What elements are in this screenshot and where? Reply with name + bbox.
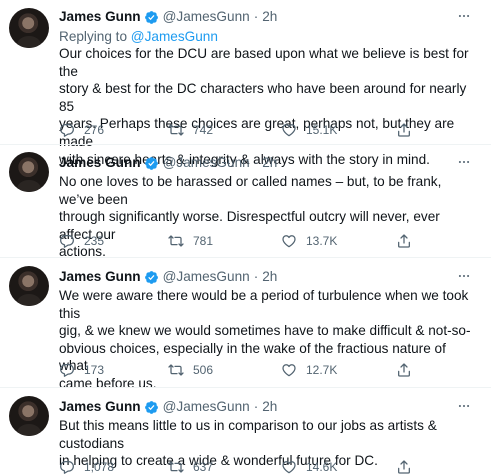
more-options-icon[interactable]: [456, 399, 472, 413]
tweet-actions: 235 781 13.7K: [59, 232, 459, 250]
reply-button[interactable]: 235: [59, 232, 104, 250]
like-count: 15.1K: [306, 123, 338, 137]
separator-dot: ·: [253, 269, 259, 284]
verified-badge-icon: [144, 270, 159, 285]
retweet-icon: [168, 122, 184, 138]
like-count: 12.7K: [306, 363, 338, 377]
author-handle[interactable]: @JamesGunn: [163, 8, 250, 26]
separator-dot: ·: [253, 9, 259, 24]
reply-icon: [59, 459, 75, 475]
like-button[interactable]: 13.7K: [281, 232, 337, 250]
tweet-header: James Gunn @JamesGunn · 2h: [59, 268, 277, 286]
reply-button[interactable]: 276: [59, 121, 104, 139]
timestamp[interactable]: 2h: [262, 268, 277, 286]
tweet-divider: [0, 387, 491, 388]
heart-icon: [281, 362, 297, 378]
tweet-header: James Gunn @JamesGunn · 2h: [59, 154, 277, 172]
tweet[interactable]: James Gunn @JamesGunn · 2h Replying to @…: [0, 6, 491, 167]
replying-to-link[interactable]: @JamesGunn: [131, 29, 218, 44]
retweet-count: 637: [193, 460, 214, 474]
share-icon: [396, 233, 412, 249]
more-options-icon[interactable]: [456, 9, 472, 23]
reply-count: 276: [84, 123, 105, 137]
retweet-icon: [168, 233, 184, 249]
reply-button[interactable]: 1,078: [59, 458, 114, 476]
tweet[interactable]: James Gunn @JamesGunn · 2h But this mean…: [0, 396, 491, 475]
timestamp[interactable]: 2h: [262, 8, 277, 26]
like-count: 13.7K: [306, 234, 338, 248]
retweet-count: 781: [193, 234, 214, 248]
reply-button[interactable]: 173: [59, 361, 104, 379]
retweet-count: 506: [193, 363, 214, 377]
tweet-actions: 173 506 12.7K: [59, 361, 459, 379]
timestamp[interactable]: 2h: [262, 154, 277, 172]
tweet-actions: 276 742 15.1K: [59, 121, 459, 139]
author-name[interactable]: James Gunn: [59, 268, 141, 286]
tweet-header: James Gunn @JamesGunn · 2h: [59, 8, 277, 26]
avatar[interactable]: [9, 396, 49, 436]
share-button[interactable]: [396, 458, 421, 476]
retweet-button[interactable]: 637: [168, 458, 213, 476]
reply-count: 1,078: [84, 460, 115, 474]
retweet-button[interactable]: 781: [168, 232, 213, 250]
author-handle[interactable]: @JamesGunn: [163, 268, 250, 286]
verified-badge-icon: [144, 400, 159, 415]
like-button[interactable]: 12.7K: [281, 361, 337, 379]
tweet-divider: [0, 144, 491, 145]
avatar[interactable]: [9, 8, 49, 48]
avatar[interactable]: [9, 266, 49, 306]
retweet-button[interactable]: 742: [168, 121, 213, 139]
author-handle[interactable]: @JamesGunn: [163, 398, 250, 416]
like-button[interactable]: 14.6K: [281, 458, 337, 476]
verified-badge-icon: [144, 10, 159, 25]
author-name[interactable]: James Gunn: [59, 398, 141, 416]
reply-icon: [59, 233, 75, 249]
separator-dot: ·: [253, 155, 259, 170]
tweet[interactable]: James Gunn @JamesGunn · 2h No one loves …: [0, 152, 491, 262]
reply-count: 173: [84, 363, 105, 377]
like-count: 14.6K: [306, 460, 338, 474]
verified-badge-icon: [144, 156, 159, 171]
author-name[interactable]: James Gunn: [59, 8, 141, 26]
author-handle[interactable]: @JamesGunn: [163, 154, 250, 172]
share-icon: [396, 122, 412, 138]
like-button[interactable]: 15.1K: [281, 121, 337, 139]
retweet-count: 742: [193, 123, 214, 137]
heart-icon: [281, 233, 297, 249]
retweet-icon: [168, 362, 184, 378]
share-icon: [396, 362, 412, 378]
reply-icon: [59, 362, 75, 378]
heart-icon: [281, 122, 297, 138]
reply-count: 235: [84, 234, 105, 248]
more-options-icon[interactable]: [456, 269, 472, 283]
tweet[interactable]: James Gunn @JamesGunn · 2h We were aware…: [0, 266, 491, 391]
replying-prefix: Replying to: [59, 29, 128, 44]
tweet-divider: [0, 257, 491, 258]
author-name[interactable]: James Gunn: [59, 154, 141, 172]
retweet-button[interactable]: 506: [168, 361, 213, 379]
share-icon: [396, 459, 412, 475]
separator-dot: ·: [253, 399, 259, 414]
retweet-icon: [168, 459, 184, 475]
tweet-header: James Gunn @JamesGunn · 2h: [59, 398, 277, 416]
replying-to: Replying to @JamesGunn: [59, 28, 218, 46]
share-button[interactable]: [396, 361, 421, 379]
timestamp[interactable]: 2h: [262, 398, 277, 416]
tweet-text: Our choices for the DCU are based upon w…: [59, 46, 469, 167]
heart-icon: [281, 459, 297, 475]
tweet-actions: 1,078 637 14.6K: [59, 458, 459, 476]
more-options-icon[interactable]: [456, 155, 472, 169]
share-button[interactable]: [396, 121, 421, 139]
avatar[interactable]: [9, 152, 49, 192]
share-button[interactable]: [396, 232, 421, 250]
reply-icon: [59, 122, 75, 138]
